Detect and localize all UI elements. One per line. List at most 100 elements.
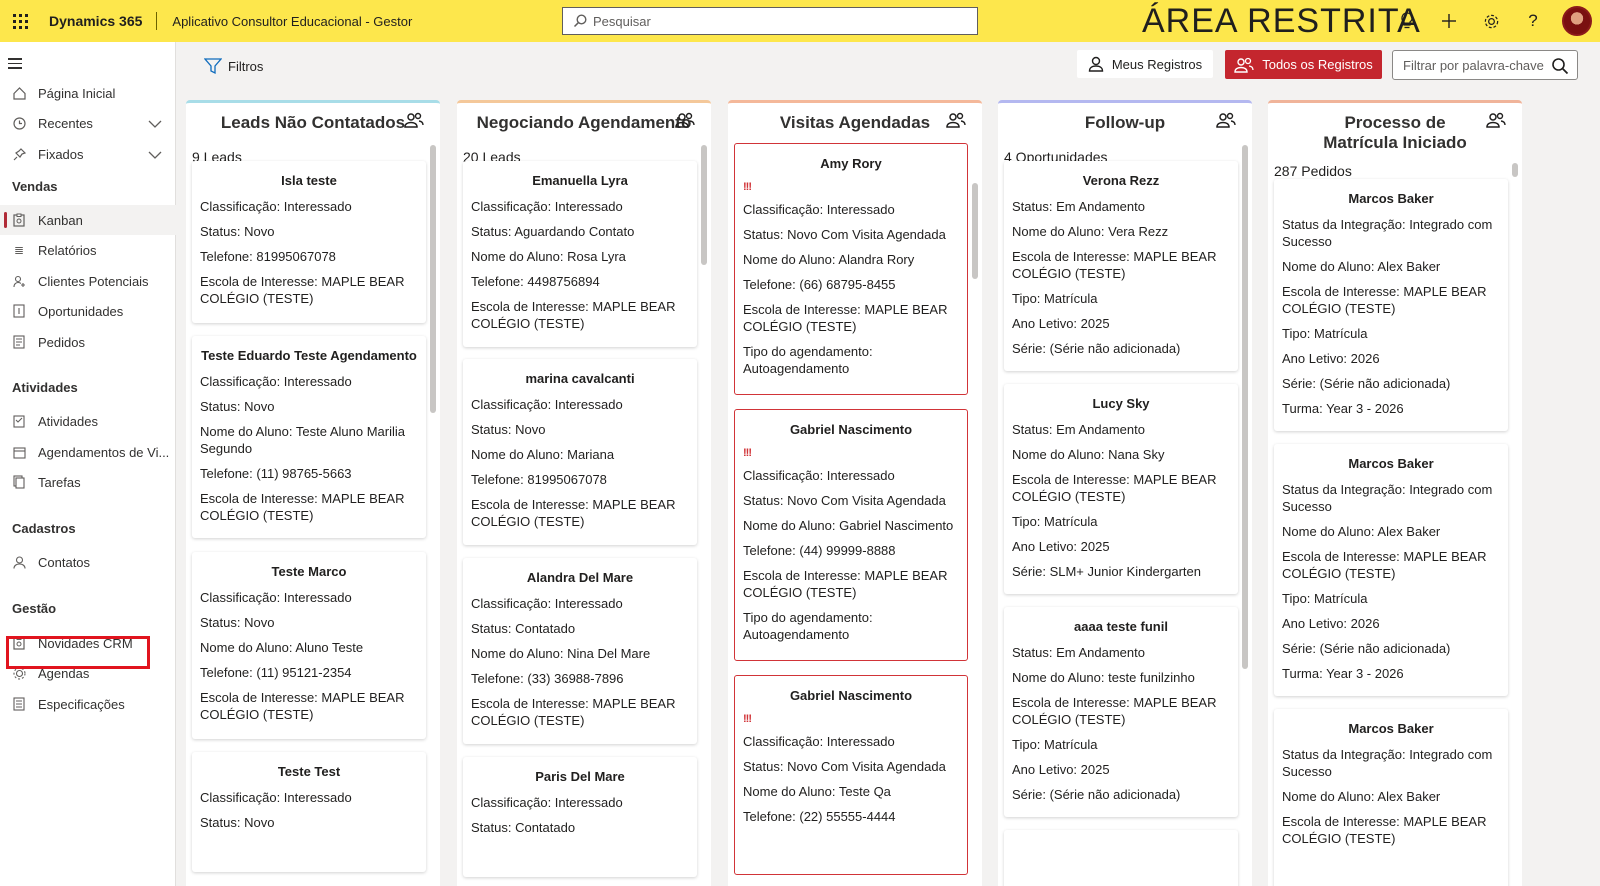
card-field: Telefone: (11) 98765-5663 — [200, 466, 352, 481]
card-title[interactable]: Gabriel Nascimento — [743, 422, 959, 437]
card-title[interactable]: Marcos Baker — [1282, 721, 1500, 736]
sidebar-item-label: Agendamentos de Vi... — [38, 444, 170, 460]
card-field: Nome do Aluno: Alandra Rory — [743, 252, 915, 267]
card-title[interactable]: Teste Test — [200, 764, 418, 779]
card-field: Escola de Interesse: MAPLE BEAR COLÉGIO … — [1012, 472, 1217, 504]
card-title[interactable]: Lucy Sky — [1012, 396, 1230, 411]
sidebar-item-reports[interactable]: ≣ Relatórios — [0, 235, 176, 265]
card-title[interactable]: Teste Marco — [200, 564, 418, 579]
card-field: Tipo: Matrícula — [1012, 737, 1098, 752]
card-field: Escola de Interesse: MAPLE BEAR COLÉGIO … — [471, 497, 676, 529]
column-scrollbar[interactable] — [430, 145, 436, 413]
person-icon — [12, 555, 26, 569]
card-field: Escola de Interesse: MAPLE BEAR COLÉGIO … — [1012, 695, 1217, 727]
card-title[interactable]: Emanuella Lyra — [471, 173, 689, 188]
column-scrollbar[interactable] — [972, 183, 978, 279]
plus-icon[interactable] — [1439, 11, 1459, 31]
visit-card[interactable]: Gabriel Nascimento!!! Classificação: Inte… — [734, 675, 968, 875]
group-icon[interactable] — [946, 112, 966, 133]
card-title[interactable]: marina cavalcanti — [471, 371, 689, 386]
lead-card[interactable]: Paris Del Mare Classificação: Interessado… — [463, 757, 697, 877]
column-header: Follow-up — [998, 103, 1252, 149]
column-scrollbar[interactable] — [701, 145, 707, 265]
specifications-icon — [12, 697, 26, 711]
card-field: Tipo do agendamento: Autoagendamento — [743, 610, 873, 642]
opportunity-card[interactable]: aaaa teste funil Status: Em Andamento Nome… — [1004, 607, 1238, 817]
group-icon[interactable] — [1216, 112, 1236, 133]
sidebar-item-home[interactable]: Página Inicial — [0, 78, 176, 108]
card-field: Escola de Interesse: MAPLE BEAR COLÉGIO … — [1282, 549, 1487, 581]
search-icon[interactable] — [1551, 57, 1569, 75]
card-title[interactable]: Amy Rory — [743, 156, 959, 171]
my-records-label: Meus Registros — [1111, 56, 1203, 72]
lightbulb-icon[interactable] — [1397, 11, 1417, 31]
brand-name[interactable]: Dynamics 365 — [40, 12, 158, 30]
card-field: Status da Integração: Integrado com Suce… — [1282, 747, 1493, 779]
card-title[interactable]: Paris Del Mare — [471, 769, 689, 784]
sidebar-item-opportunities[interactable]: Oportunidades — [0, 296, 176, 326]
card-title[interactable]: Teste Eduardo Teste Agendamento — [200, 348, 418, 363]
group-icon[interactable] — [1486, 112, 1506, 133]
sidebar-item-activities[interactable]: Atividades — [0, 406, 176, 436]
order-card[interactable]: Marcos Baker Status da Integração: Integr… — [1274, 179, 1508, 431]
card-title[interactable]: aaaa teste funil — [1012, 619, 1230, 634]
column-scrollbar[interactable] — [1242, 145, 1248, 669]
lead-card[interactable]: Alandra Del Mare Classificação: Interessa… — [463, 558, 697, 744]
keyword-filter-input[interactable]: Filtrar por palavra-chave — [1392, 50, 1578, 80]
visit-card[interactable]: Amy Rory!!! Classificação: Interessado Sta… — [734, 143, 968, 395]
sidebar-item-leads[interactable]: Clientes Potenciais — [0, 266, 176, 296]
card-field: Status: Contatado — [471, 621, 576, 636]
card-title[interactable]: Marcos Baker — [1282, 191, 1500, 206]
menu-icon[interactable] — [8, 58, 22, 72]
sidebar-item-pinned[interactable]: Fixados — [0, 139, 176, 169]
card-title[interactable]: Gabriel Nascimento — [743, 688, 959, 703]
lead-card[interactable]: marina cavalcanti Classificação: Interess… — [463, 359, 697, 545]
group-icon — [1234, 57, 1254, 73]
card-field: Escola de Interesse: MAPLE BEAR COLÉGIO … — [200, 274, 405, 306]
sidebar-item-label: Pedidos — [38, 334, 85, 350]
lead-card[interactable]: Teste Test Classificação: Interessado Stat… — [192, 752, 426, 872]
sidebar-item-kanban[interactable]: Kanban — [0, 205, 176, 235]
app-launcher-icon[interactable] — [0, 0, 40, 42]
help-icon[interactable]: ? — [1523, 11, 1543, 31]
group-icon[interactable] — [404, 112, 424, 133]
all-records-button[interactable]: Todos os Registros — [1225, 50, 1382, 79]
priority-indicator: !!! — [743, 181, 752, 193]
gear-icon[interactable] — [1481, 11, 1501, 31]
order-card[interactable]: Marcos Baker Status da Integração: Integr… — [1274, 444, 1508, 696]
app-name[interactable]: Aplicativo Consultor Educacional - Gesto… — [157, 14, 412, 29]
card-field: Ano Letivo: 2025 — [1012, 762, 1110, 777]
my-records-button[interactable]: Meus Registros — [1077, 50, 1213, 78]
visit-card[interactable]: Gabriel Nascimento!!! Classificação: Inte… — [734, 409, 968, 661]
card-title[interactable]: Marcos Baker — [1282, 456, 1500, 471]
avatar[interactable] — [1562, 6, 1592, 36]
lead-card[interactable]: Isla teste Classificação: Interessado Stat… — [192, 161, 426, 323]
card-field: Nome do Aluno: Nina Del Mare — [471, 646, 651, 661]
card-title[interactable]: Isla teste — [200, 173, 418, 188]
chevron-down-icon[interactable] — [148, 116, 162, 131]
column-header: Processo de Matrícula Iniciado — [1268, 103, 1522, 163]
sidebar-item-recent[interactable]: Recentes — [0, 108, 176, 138]
opportunity-card[interactable] — [1004, 830, 1238, 886]
card-field: Status: Novo — [200, 224, 275, 239]
sidebar-item-orders[interactable]: Pedidos — [0, 327, 176, 357]
opportunity-card[interactable]: Lucy Sky Status: Em Andamento Nome do Alun… — [1004, 384, 1238, 594]
lead-card[interactable]: Teste Marco Classificação: Interessado Sta… — [192, 552, 426, 739]
restricted-area-label: ÁREA RESTRITA — [1142, 2, 1421, 40]
column-scrollbar[interactable] — [1512, 163, 1518, 177]
group-icon[interactable] — [675, 112, 695, 133]
lead-card[interactable]: Emanuella Lyra Classificação: Interessado… — [463, 161, 697, 347]
global-search-input[interactable]: Pesquisar — [562, 7, 978, 35]
sidebar-item-specifications[interactable]: Especificações — [0, 689, 176, 719]
sidebar-item-contacts[interactable]: Contatos — [0, 547, 176, 577]
chevron-down-icon[interactable] — [148, 147, 162, 162]
order-card[interactable]: Marcos Baker Status da Integração: Integr… — [1274, 709, 1508, 886]
filters-button[interactable]: Filtros — [204, 57, 263, 75]
sidebar-item-tasks[interactable]: Tarefas — [0, 467, 176, 497]
card-title[interactable]: Verona Rezz — [1012, 173, 1230, 188]
sidebar: Página Inicial Recentes Fixados Vendas K… — [0, 42, 176, 886]
lead-card[interactable]: Teste Eduardo Teste Agendamento Classific… — [192, 336, 426, 538]
opportunity-card[interactable]: Verona Rezz Status: Em Andamento Nome do A… — [1004, 161, 1238, 371]
sidebar-item-visit-schedules[interactable]: Agendamentos de Vi... — [0, 437, 176, 467]
card-title[interactable]: Alandra Del Mare — [471, 570, 689, 585]
